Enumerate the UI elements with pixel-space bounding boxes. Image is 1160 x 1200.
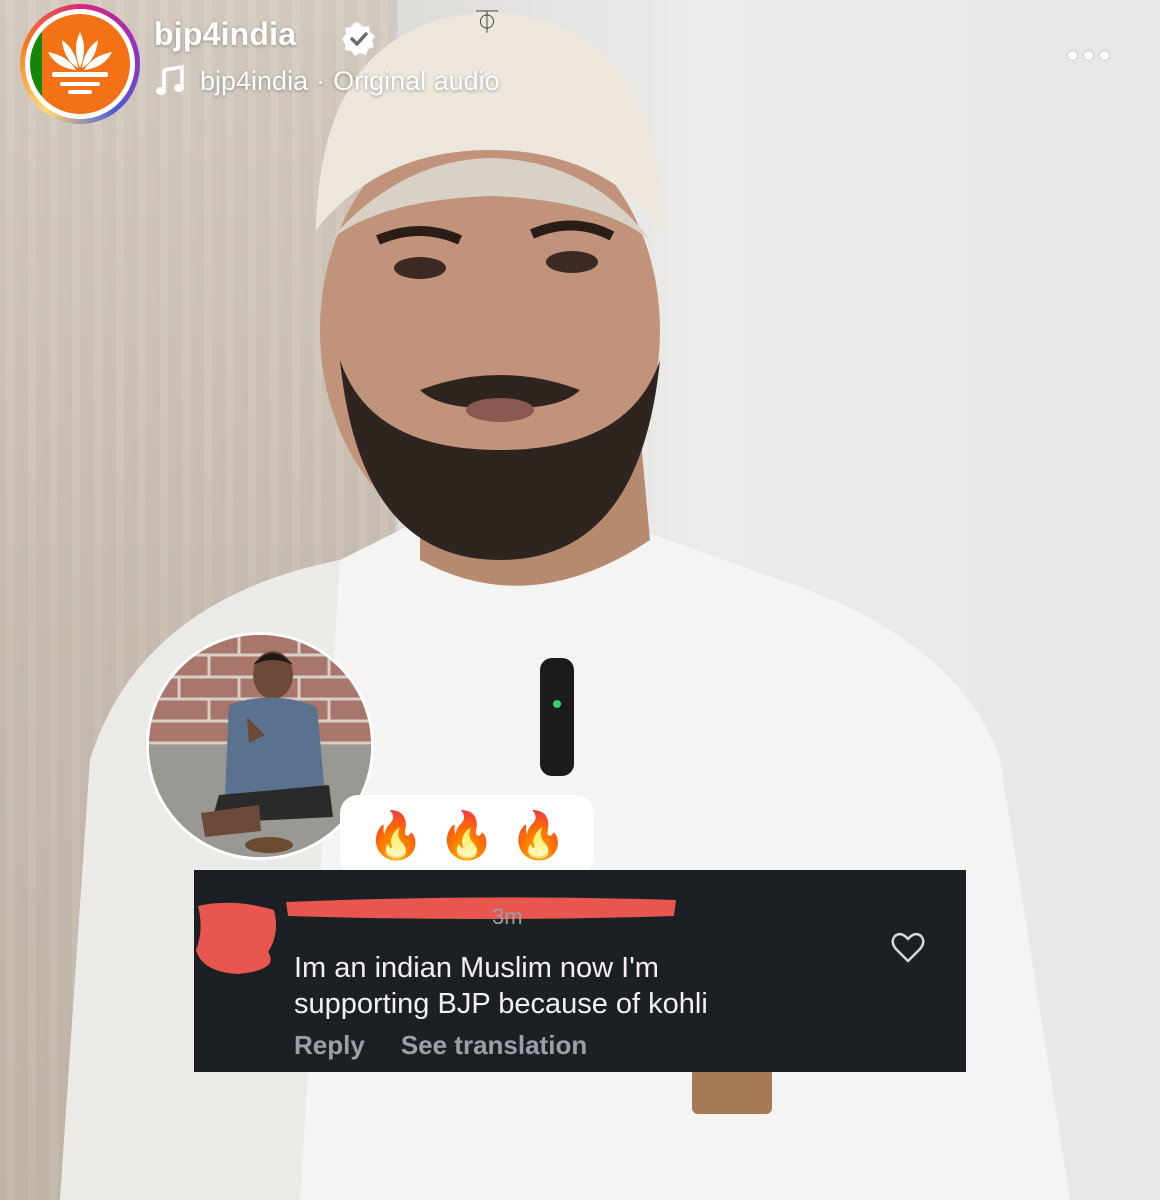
comment-screenshot: 3m Im an indian Muslim now I'm supportin…	[194, 870, 966, 1072]
dot	[1084, 50, 1093, 60]
music-note-icon	[156, 64, 184, 95]
fire-emoji: 🔥	[509, 808, 567, 861]
audio-title: Original audio	[333, 65, 500, 96]
dot	[1068, 50, 1077, 60]
comment-line-1: Im an indian Muslim now I'm	[294, 952, 659, 984]
fire-reaction-sticker: 🔥 🔥 🔥	[340, 795, 594, 875]
verified-badge-icon	[342, 22, 375, 56]
avatar-border	[25, 9, 135, 119]
audio-account: bjp4india	[200, 65, 309, 96]
fire-emoji: 🔥	[367, 808, 425, 861]
redacted-avatar	[196, 902, 276, 974]
audio-attribution[interactable]: bjp4india · Original audio	[154, 64, 500, 98]
audio-separator: ·	[316, 65, 326, 96]
heart-outline-icon[interactable]	[890, 930, 926, 966]
reply-button[interactable]: Reply	[294, 1030, 365, 1061]
dot	[1100, 50, 1109, 60]
lotus-logo-icon	[30, 14, 130, 114]
comment-text: Im an indian Muslim now I'm supporting B…	[294, 950, 854, 1022]
see-translation-link[interactable]: See translation	[401, 1030, 587, 1061]
reel-header: bjp4india bjp4india · Original audio	[0, 0, 1160, 124]
redacted-username	[286, 897, 676, 919]
comment-timestamp: 3m	[492, 904, 523, 929]
username[interactable]: bjp4india	[154, 16, 296, 53]
comment-line-2: supporting BJP because of kohli	[294, 988, 708, 1020]
comment-actions: Reply See translation	[294, 1030, 587, 1061]
fire-emoji: 🔥	[438, 808, 496, 861]
account-avatar[interactable]	[20, 4, 140, 124]
more-options-icon[interactable]	[1068, 40, 1124, 70]
